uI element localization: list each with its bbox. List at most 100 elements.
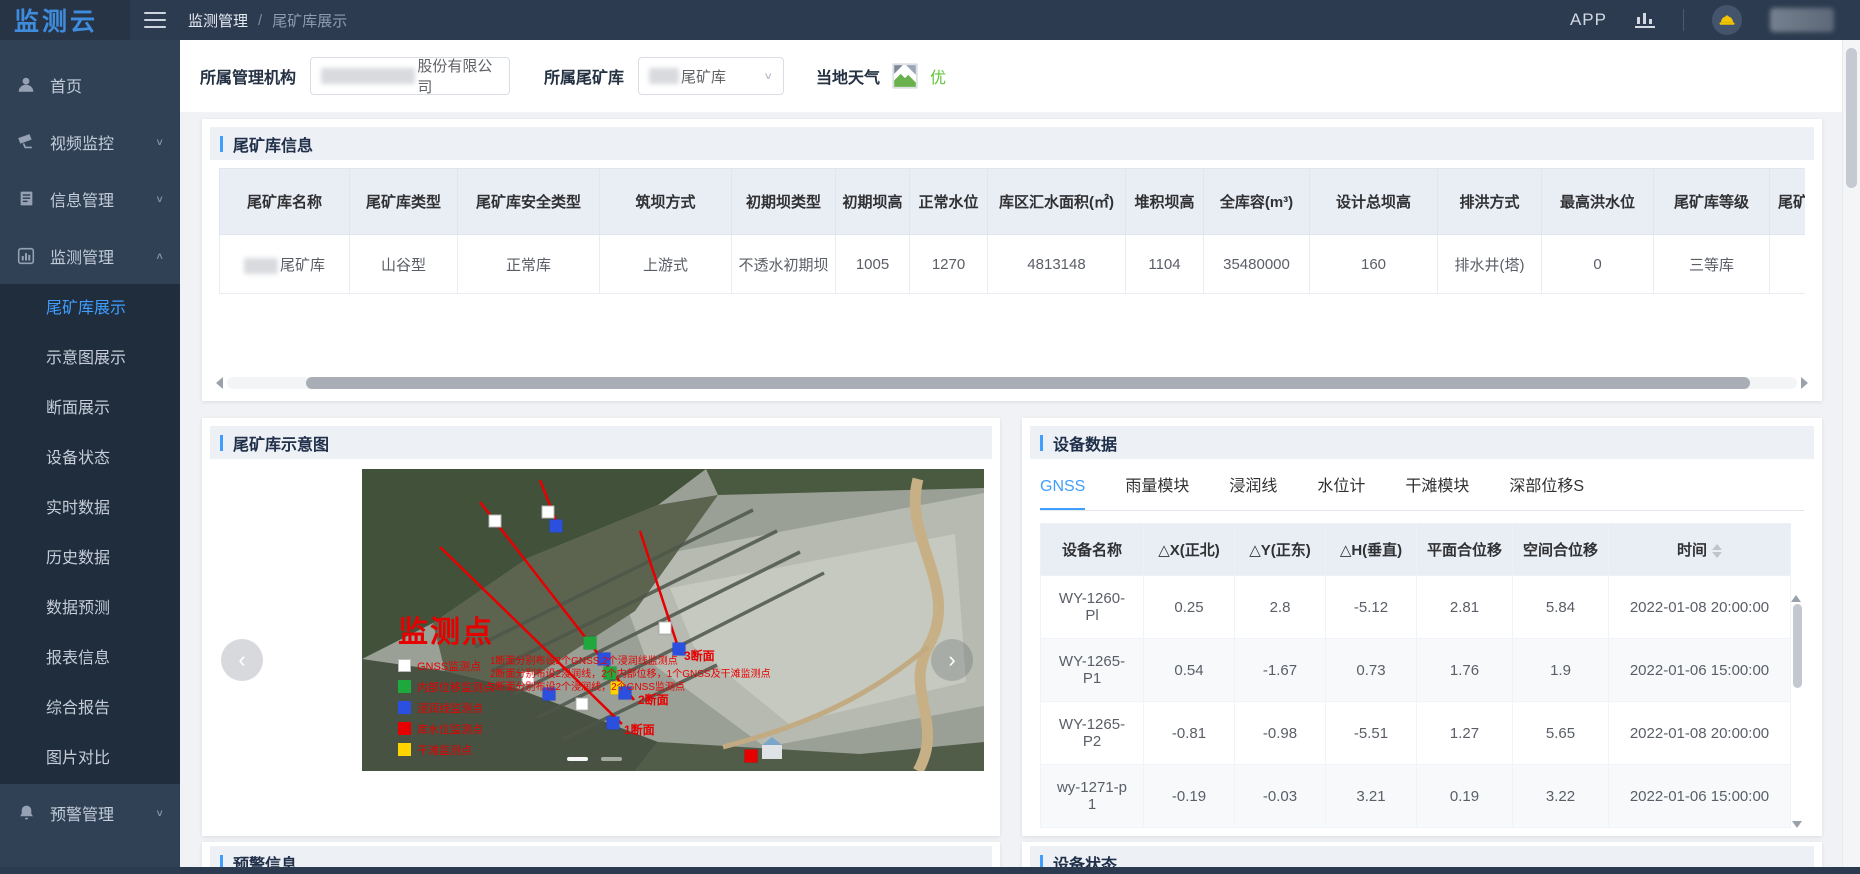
satellite-image[interactable]: 监测点 GNSS监测点内部位移监测点浸润线监测点库水位监测点干滩监测点 1断面分… bbox=[362, 469, 984, 771]
device-tab[interactable]: 雨量模块 bbox=[1125, 472, 1189, 510]
sort-icon[interactable] bbox=[1712, 544, 1722, 558]
pond-cell: 1104 bbox=[1126, 235, 1204, 294]
sidebar: 首页 视频监控 ∨ 信息管理 ∨ 监测管理 ∧ bbox=[0, 40, 180, 874]
device-tabs: GNSS 雨量模块 浸润线 水位计 干滩模块 深部位移S bbox=[1040, 467, 1804, 511]
scrollbar-track[interactable] bbox=[227, 377, 1797, 389]
app-logo[interactable]: 监测云 bbox=[0, 0, 130, 40]
sidebar-submenu-item[interactable]: 设备状态 bbox=[0, 434, 180, 484]
device-tab[interactable]: GNSS bbox=[1040, 478, 1085, 510]
avatar[interactable] bbox=[1712, 5, 1742, 35]
pond-select[interactable]: 尾矿库 ∨ bbox=[638, 57, 784, 95]
breadcrumb-item-parent[interactable]: 监测管理 bbox=[188, 10, 248, 31]
pond-column-header: 初期坝类型 bbox=[732, 169, 836, 235]
org-value: 股份有限公司 bbox=[417, 55, 499, 97]
device-tab[interactable]: 干滩模块 bbox=[1405, 472, 1469, 510]
sidebar-submenu-item[interactable]: 报表信息 bbox=[0, 634, 180, 684]
hamburger-icon[interactable] bbox=[144, 12, 166, 28]
accent-bar bbox=[1040, 435, 1043, 451]
filter-bar: 所属管理机构 股份有限公司 所属尾矿库 尾矿库 ∨ 当地天气 优 bbox=[180, 40, 1842, 112]
legend-swatch bbox=[398, 722, 411, 735]
app-link[interactable]: APP bbox=[1570, 10, 1607, 30]
scroll-left-icon[interactable] bbox=[216, 377, 223, 389]
sidebar-item-alerts[interactable]: 预警管理 ∨ bbox=[0, 784, 180, 841]
monitor-point-marker[interactable] bbox=[542, 506, 555, 519]
pond-cell: 三等库 bbox=[1654, 235, 1770, 294]
monitor-point-marker[interactable] bbox=[607, 717, 620, 730]
device-cell: 1.9 bbox=[1513, 639, 1609, 702]
device-cell: 2.81 bbox=[1417, 576, 1513, 639]
device-cell: 1.76 bbox=[1417, 639, 1513, 702]
sidebar-item-info[interactable]: 信息管理 ∨ bbox=[0, 170, 180, 227]
monitor-point-marker[interactable] bbox=[659, 622, 672, 635]
carousel-next-button[interactable]: › bbox=[931, 639, 973, 681]
sidebar-submenu-item[interactable]: 断面展示 bbox=[0, 384, 180, 434]
pond-column-header: 最高洪水位 bbox=[1542, 169, 1654, 235]
device-cell: -5.51 bbox=[1326, 702, 1417, 765]
map-note: 3断面分别布设2个浸润线，2个GNSS监测点 bbox=[490, 681, 760, 694]
device-cell: 3.21 bbox=[1326, 765, 1417, 828]
device-cell: 0.25 bbox=[1144, 576, 1235, 639]
legend-label: GNSS监测点 bbox=[417, 658, 481, 674]
monitor-point-marker[interactable] bbox=[584, 637, 597, 650]
sidebar-item-monitoring[interactable]: 监测管理 ∧ bbox=[0, 227, 180, 284]
pond-column-header: 尾矿库类型 bbox=[350, 169, 458, 235]
sidebar-submenu-item[interactable]: 历史数据 bbox=[0, 534, 180, 584]
scrollbar-thumb[interactable] bbox=[1793, 604, 1802, 688]
carousel-prev-button[interactable]: ‹ bbox=[221, 639, 263, 681]
device-tab[interactable]: 水位计 bbox=[1317, 472, 1365, 510]
pond-column-header: 初期坝高 bbox=[836, 169, 910, 235]
sidebar-submenu-item[interactable]: 综合报告 bbox=[0, 684, 180, 734]
vertical-scrollbar[interactable] bbox=[1791, 578, 1804, 828]
sidebar-submenu-item[interactable]: 实时数据 bbox=[0, 484, 180, 534]
device-cell: 3.22 bbox=[1513, 765, 1609, 828]
sidebar-item-label: 视频监控 bbox=[50, 130, 114, 154]
sort-down-icon[interactable] bbox=[1712, 552, 1722, 558]
monitor-point-marker[interactable] bbox=[550, 520, 563, 533]
scroll-up-icon[interactable] bbox=[1791, 578, 1801, 602]
monitor-point-marker[interactable] bbox=[576, 698, 589, 711]
carousel-dots bbox=[567, 757, 622, 761]
map-title: 监测点 bbox=[398, 607, 494, 651]
legend-item: 浸润线监测点 bbox=[398, 697, 494, 718]
sidebar-item-home[interactable]: 首页 bbox=[0, 56, 180, 113]
device-cell: 2022-01-08 20:00:00 bbox=[1609, 576, 1791, 639]
pond-column-header: 尾矿库安全类型 bbox=[458, 169, 600, 235]
card-title: 尾矿库信息 bbox=[233, 132, 313, 156]
sort-up-icon[interactable] bbox=[1712, 544, 1722, 550]
card-title: 尾矿库示意图 bbox=[233, 431, 329, 455]
username-redacted[interactable] bbox=[1770, 8, 1834, 32]
sidebar-item-video[interactable]: 视频监控 ∨ bbox=[0, 113, 180, 170]
sidebar-submenu-item[interactable]: 数据预测 bbox=[0, 584, 180, 634]
sidebar-submenu-item[interactable]: 尾矿库展示 bbox=[0, 284, 180, 334]
scroll-right-icon[interactable] bbox=[1801, 377, 1808, 389]
device-tab[interactable]: 浸润线 bbox=[1229, 472, 1277, 510]
section-label: 1断面 bbox=[624, 721, 655, 738]
device-tab[interactable]: 深部位移S bbox=[1509, 472, 1584, 510]
monitor-point-marker[interactable] bbox=[489, 515, 502, 528]
device-column-header: 时间 bbox=[1609, 524, 1791, 576]
legend-swatch bbox=[398, 743, 411, 756]
pond-cell: 0 bbox=[1542, 235, 1654, 294]
sidebar-item-label: 信息管理 bbox=[50, 187, 114, 211]
bar-chart-icon[interactable] bbox=[1635, 12, 1655, 28]
scroll-down-icon[interactable] bbox=[1792, 821, 1802, 828]
broken-image-icon bbox=[892, 63, 918, 89]
carousel-dot[interactable] bbox=[601, 757, 622, 761]
monitor-point-marker[interactable] bbox=[745, 750, 758, 763]
pond-cell: 尾矿库 bbox=[220, 235, 350, 294]
sidebar-submenu: 尾矿库展示示意图展示断面展示设备状态实时数据历史数据数据预测报表信息综合报告图片… bbox=[0, 284, 180, 784]
main-content: 所属管理机构 股份有限公司 所属尾矿库 尾矿库 ∨ 当地天气 优 bbox=[180, 40, 1842, 874]
page-scrollbar[interactable] bbox=[1842, 40, 1860, 874]
sidebar-submenu-item[interactable]: 图片对比 bbox=[0, 734, 180, 784]
device-cell: 0.54 bbox=[1144, 639, 1235, 702]
sidebar-submenu-item[interactable]: 示意图展示 bbox=[0, 334, 180, 384]
sidebar-item-label: 监测管理 bbox=[50, 244, 114, 268]
scrollbar-thumb[interactable] bbox=[306, 377, 1750, 389]
org-input[interactable]: 股份有限公司 bbox=[310, 57, 510, 95]
legend-swatch bbox=[398, 701, 411, 714]
table-row: WY-1260-Pl0.252.8-5.122.815.842022-01-08… bbox=[1041, 576, 1791, 639]
scrollbar-thumb[interactable] bbox=[1846, 48, 1857, 188]
legend-label: 干滩监测点 bbox=[417, 742, 472, 758]
horizontal-scrollbar[interactable] bbox=[216, 375, 1808, 391]
carousel-dot-active[interactable] bbox=[567, 757, 588, 761]
